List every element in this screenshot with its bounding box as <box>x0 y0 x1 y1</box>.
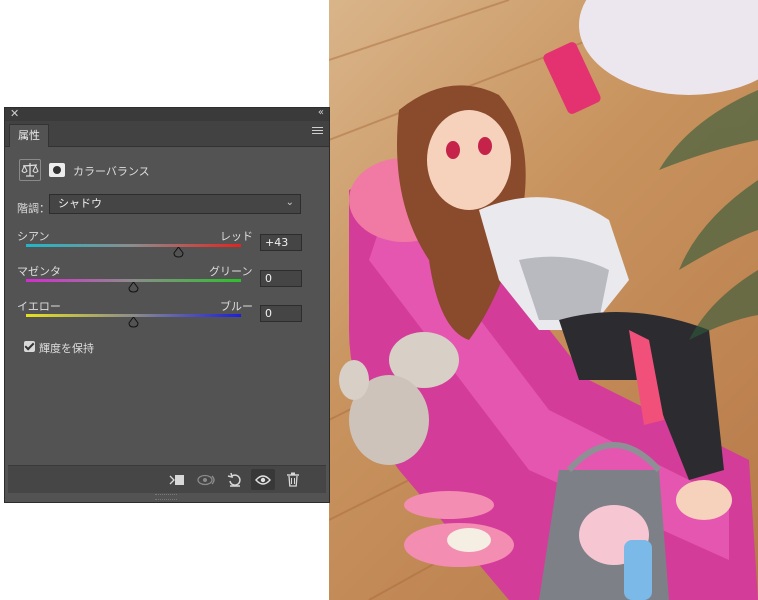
resize-grip[interactable] <box>155 494 177 500</box>
close-icon[interactable]: ✕ <box>10 107 19 120</box>
visibility-eye-icon[interactable] <box>251 469 275 490</box>
artwork-canvas <box>329 0 758 600</box>
clip-to-layer-icon[interactable] <box>165 469 189 490</box>
slider-red-label: レッド <box>220 230 253 243</box>
cyan-red-thumb[interactable] <box>173 247 184 258</box>
slider-cyan-label: シアン <box>17 230 50 243</box>
preserve-luminosity-checkbox[interactable] <box>24 341 35 352</box>
panel-tabbar: 属性 <box>5 121 329 147</box>
reset-icon[interactable] <box>223 469 247 490</box>
panel-menu-icon[interactable] <box>312 127 323 136</box>
trash-icon[interactable] <box>281 469 305 490</box>
illustration <box>329 0 758 600</box>
slider-yellow-label: イエロー <box>17 300 61 313</box>
panel-footer-toolbar <box>8 465 326 493</box>
properties-panel: ✕ « 属性 カラーバランス 階調： シャドウ ⌄ シアン レッド +43 マゼ… <box>4 107 330 503</box>
slider-blue-label: ブルー <box>220 300 253 313</box>
panel-titlebar: ✕ « <box>5 107 329 121</box>
chevron-down-icon: ⌄ <box>285 197 294 208</box>
magenta-green-thumb[interactable] <box>128 282 139 293</box>
tone-select[interactable]: シャドウ ⌄ <box>49 194 301 214</box>
magenta-green-value[interactable]: 0 <box>260 270 302 287</box>
balance-scale-icon[interactable] <box>19 159 41 181</box>
yellow-blue-thumb[interactable] <box>128 317 139 328</box>
tone-label: 階調： <box>17 202 50 215</box>
mask-icon[interactable] <box>49 163 65 177</box>
cyan-red-value[interactable]: +43 <box>260 234 302 251</box>
slider-green-label: グリーン <box>209 265 253 278</box>
view-previous-state-icon[interactable] <box>195 469 219 490</box>
tab-properties[interactable]: 属性 <box>9 124 49 147</box>
adjustment-title: カラーバランス <box>73 165 150 178</box>
preserve-luminosity-label: 輝度を保持 <box>39 342 94 355</box>
cyan-red-track[interactable] <box>26 244 241 247</box>
tone-select-value: シャドウ <box>58 197 102 210</box>
slider-magenta-label: マゼンタ <box>17 265 61 278</box>
yellow-blue-value[interactable]: 0 <box>260 305 302 322</box>
double-chevron-icon[interactable]: « <box>318 107 324 118</box>
